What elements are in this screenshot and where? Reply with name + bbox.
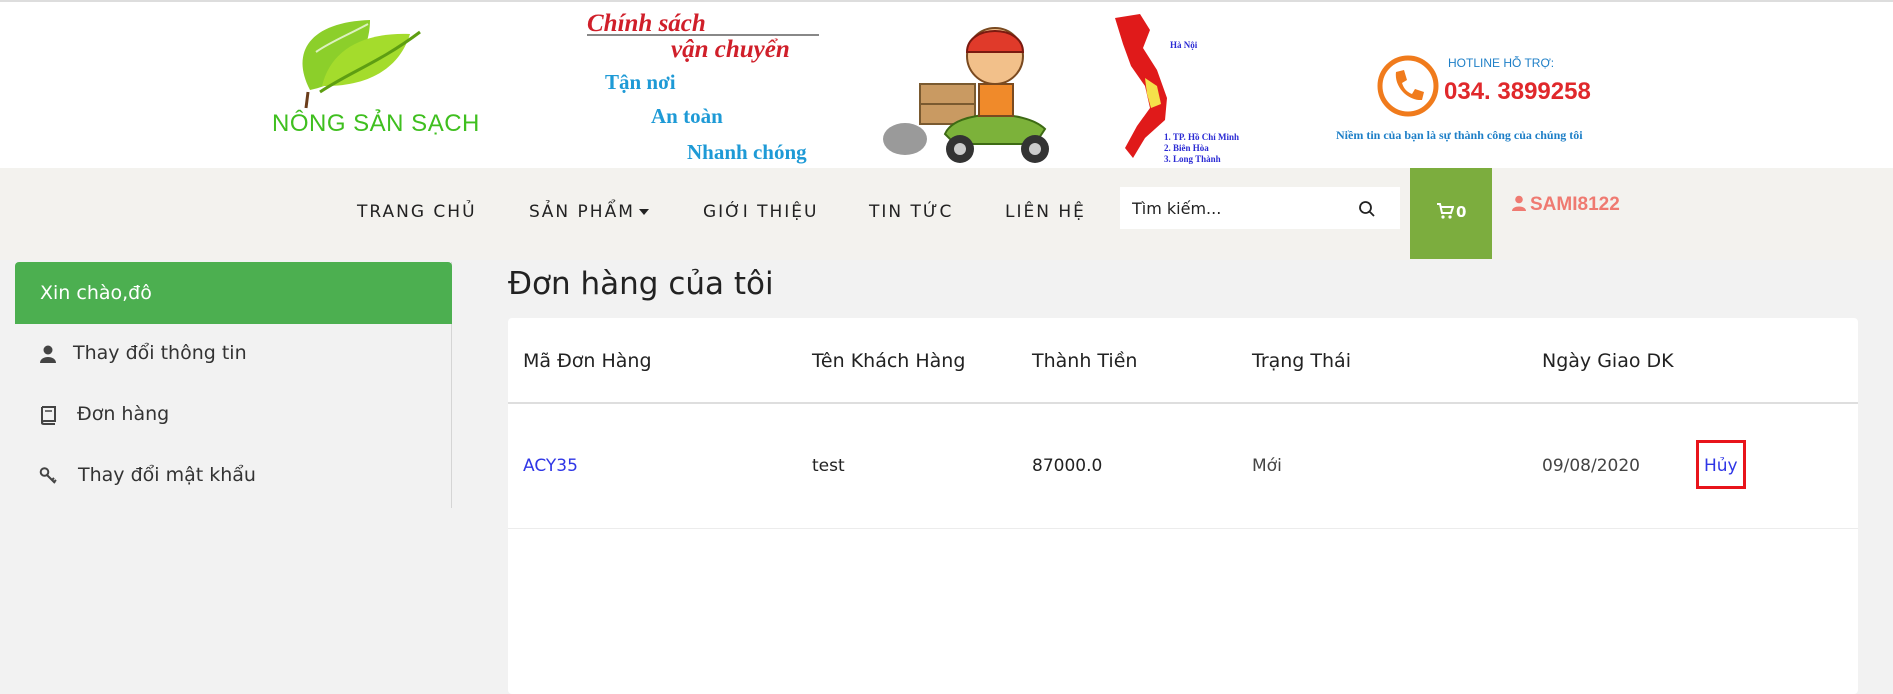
search-icon[interactable] (1358, 200, 1376, 218)
delivery-date-cell: 09/08/2020 (1542, 456, 1640, 476)
sidebar-item-label: Thay đổi thông tin (73, 342, 247, 364)
table-row-divider (508, 528, 1858, 529)
map-branch-3: 3. Long Thành (1164, 154, 1221, 164)
nav-contact[interactable]: LIÊN HỆ (1005, 202, 1086, 222)
delivery-scooter-illustration (883, 27, 1049, 163)
sidebar-item-label: Đơn hàng (77, 403, 170, 425)
nav-news[interactable]: TIN TỨC (869, 202, 953, 222)
cart-button[interactable]: 0 (1410, 168, 1492, 259)
search-input[interactable] (1132, 187, 1352, 229)
table-header-divider (508, 402, 1858, 404)
order-status-cell: Mới (1252, 456, 1282, 476)
shopping-cart-icon (1437, 203, 1454, 219)
phone-icon (1377, 55, 1439, 117)
policy-title-line2: vận chuyển (671, 36, 790, 63)
logo-text: NÔNG SẢN SẠCH (272, 110, 480, 137)
policy-tag-2: An toàn (651, 104, 723, 128)
column-header-total: Thành Tiền (1032, 350, 1138, 372)
hotline-number: 034. 3899258 (1444, 78, 1591, 105)
hotline-label: HOTLINE HỖ TRỢ: (1448, 56, 1555, 70)
username-label: SAMI8122 (1530, 194, 1620, 215)
key-icon (39, 467, 57, 484)
column-header-status: Trạng Thái (1252, 350, 1351, 372)
orders-table-card (508, 318, 1858, 694)
hotline-slogan: Niềm tin của bạn là sự thành công của ch… (1336, 128, 1583, 142)
policy-tag-1: Tận nơi (605, 70, 676, 94)
nav-products-label: SẢN PHẨM (529, 202, 635, 222)
cancel-order-link[interactable]: Hủy (1704, 456, 1738, 476)
policy-tag-3: Nhanh chóng (687, 140, 807, 164)
cart-count: 0 (1456, 203, 1467, 221)
order-id-link[interactable]: ACY35 (523, 456, 578, 476)
shipping-policy-banner: Chính sách vận chuyển Tận nơi An toàn Nh… (585, 8, 820, 166)
sidebar-item-label: Thay đổi mật khẩu (78, 464, 256, 486)
page-title: Đơn hàng của tôi (508, 266, 774, 302)
map-branch-1: 1. TP. Hồ Chí Minh (1164, 132, 1240, 142)
sidebar-item-orders[interactable]: Đơn hàng (15, 385, 452, 445)
nav-home[interactable]: TRANG CHỦ (357, 202, 477, 222)
nav-about[interactable]: GIỚI THIỆU (703, 202, 819, 222)
book-icon (40, 406, 56, 425)
customer-name-cell: test (812, 456, 845, 476)
header-banner: NÔNG SẢN SẠCH Chính sách vận chuyển Tận … (0, 0, 1893, 168)
sidebar-item-password[interactable]: Thay đổi mật khẩu (15, 446, 452, 506)
sidebar-greeting: Xin chào,đô (15, 262, 452, 324)
map-branch-2: 2. Biên Hòa (1164, 143, 1209, 153)
user-icon (1512, 195, 1526, 211)
column-header-delivery-date: Ngày Giao DK (1542, 350, 1674, 372)
order-total-cell: 87000.0 (1032, 456, 1103, 476)
chevron-down-icon (638, 209, 649, 215)
map-label-hanoi: Hà Nội (1170, 40, 1198, 50)
user-icon (40, 345, 56, 363)
account-sidebar: Xin chào,đô Thay đổi thông tin Đơn hàng … (15, 262, 452, 508)
sidebar-item-profile[interactable]: Thay đổi thông tin (15, 324, 452, 384)
map-branch-list: 1. TP. Hồ Chí Minh 2. Biên Hòa 3. Long T… (1164, 132, 1239, 165)
column-header-customer: Tên Khách Hàng (812, 350, 966, 372)
column-header-order-id: Mã Đơn Hàng (523, 350, 652, 372)
user-account-link[interactable]: SAMI8122 (1512, 194, 1620, 216)
nav-products[interactable]: SẢN PHẨM (529, 202, 649, 222)
